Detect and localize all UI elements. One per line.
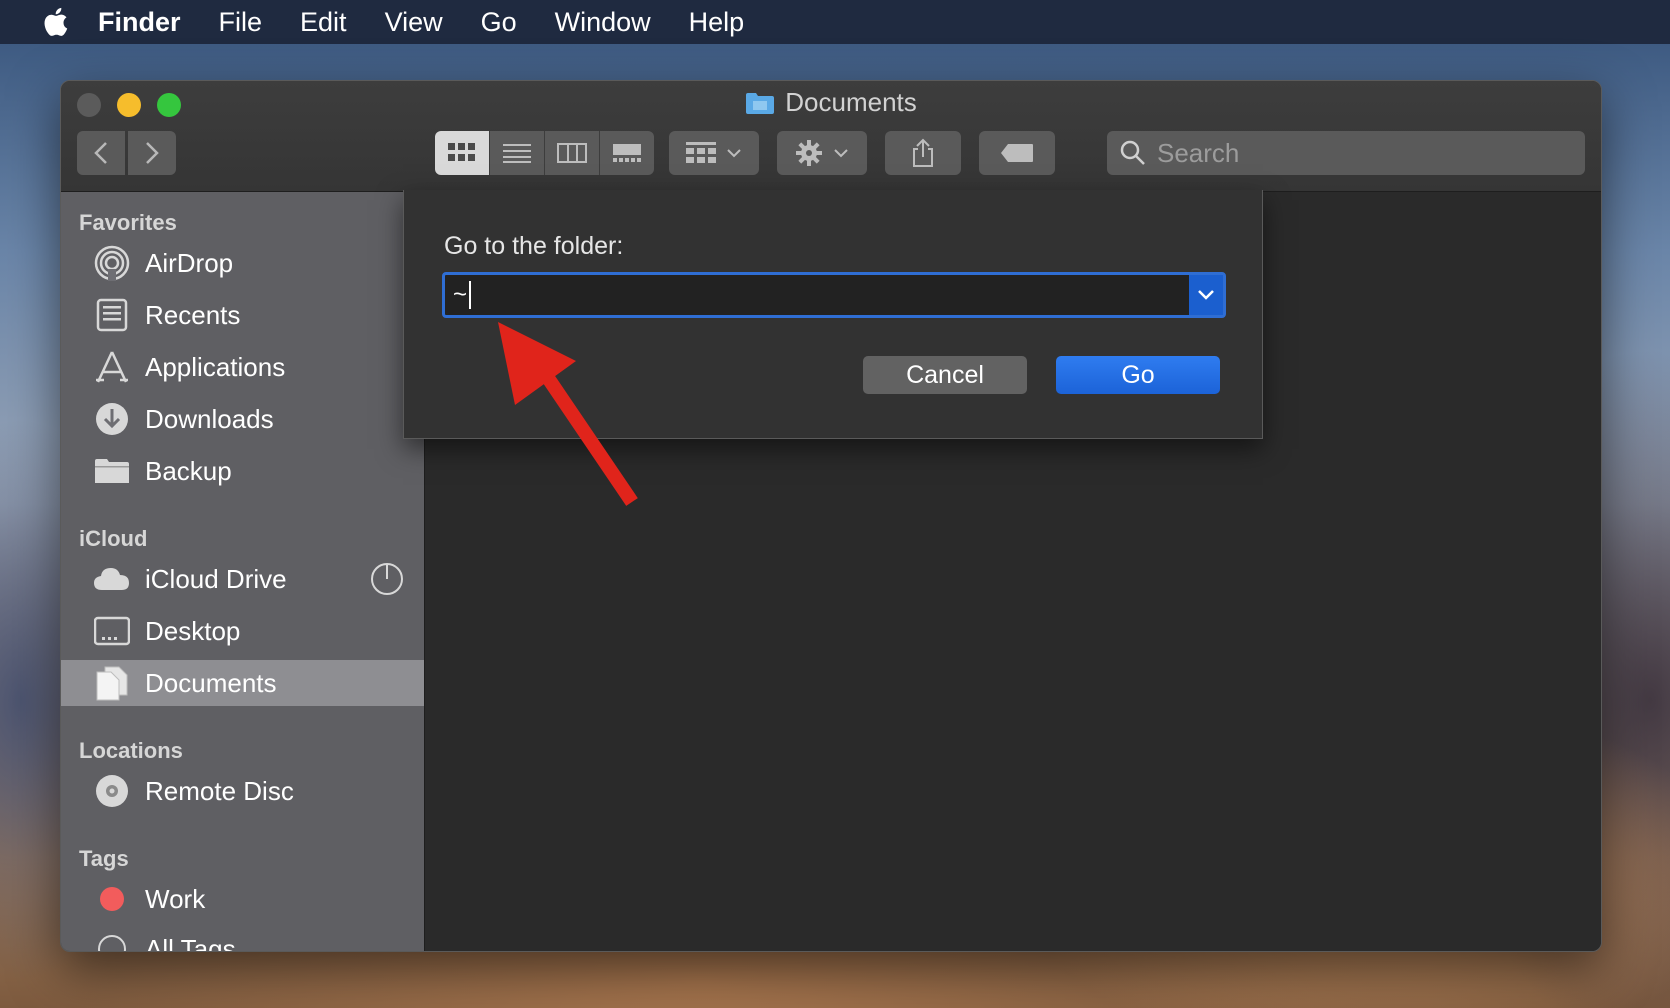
search-field[interactable]: Search — [1107, 131, 1585, 175]
gallery-icon — [613, 144, 641, 162]
sidebar-item-icloud-drive[interactable]: iCloud Drive — [61, 556, 424, 602]
sidebar-item-label: Desktop — [145, 615, 241, 646]
list-icon — [503, 144, 531, 163]
menu-window[interactable]: Window — [555, 7, 651, 38]
applications-icon — [93, 348, 131, 386]
toolbar: Documents Search — [61, 81, 1601, 192]
sidebar-heading-tags: Tags — [79, 846, 129, 871]
desktop-icon — [93, 612, 131, 650]
chevron-left-icon — [94, 142, 107, 164]
group-by-button[interactable] — [669, 131, 759, 175]
folder-icon — [746, 92, 775, 114]
chevron-down-icon — [834, 149, 848, 158]
menu-help[interactable]: Help — [689, 7, 745, 38]
sidebar-item-label: iCloud Drive — [145, 563, 287, 594]
go-button[interactable]: Go — [1056, 356, 1220, 394]
sidebar-item-label: Backup — [145, 455, 232, 486]
airdrop-icon — [93, 244, 131, 282]
sidebar-item-label: Documents — [145, 667, 277, 698]
gallery-view-button[interactable] — [600, 131, 654, 175]
menu-file[interactable]: File — [219, 7, 263, 38]
sidebar-item-label: All Tags… — [145, 933, 262, 952]
menu-bar: Finder File Edit View Go Window Help — [0, 0, 1670, 44]
chevron-down-icon — [727, 149, 741, 158]
sidebar-item-downloads[interactable]: Downloads — [61, 396, 424, 442]
recent-folders-dropdown[interactable] — [1189, 275, 1223, 315]
sidebar-heading-locations: Locations — [79, 738, 183, 763]
view-mode-control — [435, 131, 654, 175]
window-title-label: Documents — [785, 87, 917, 117]
sidebar-heading-favorites: Favorites — [79, 210, 177, 235]
sidebar-item-label: Applications — [145, 351, 286, 382]
menu-finder[interactable]: Finder — [98, 7, 181, 38]
sidebar: Favorites AirDrop Recents Applications D… — [61, 192, 425, 952]
grid-icon — [448, 143, 475, 161]
share-button[interactable] — [885, 131, 961, 175]
menu-view[interactable]: View — [385, 7, 443, 38]
folder-path-value: ~ — [453, 281, 472, 309]
action-button[interactable] — [777, 131, 867, 175]
gear-icon — [796, 140, 822, 166]
list-view-button[interactable] — [490, 131, 545, 175]
search-placeholder: Search — [1157, 137, 1240, 168]
disc-icon — [93, 772, 131, 810]
recents-icon — [93, 296, 131, 334]
sidebar-item-all-tags[interactable]: All Tags… — [61, 926, 424, 952]
downloads-icon — [93, 400, 131, 438]
menu-go[interactable]: Go — [481, 7, 517, 38]
documents-icon — [93, 664, 131, 702]
cloud-icon — [93, 560, 131, 598]
sidebar-item-label: AirDrop — [145, 247, 234, 278]
share-icon — [913, 138, 933, 167]
group-icon — [686, 142, 716, 163]
sidebar-item-documents[interactable]: Documents — [61, 660, 424, 706]
sidebar-item-airdrop[interactable]: AirDrop — [61, 240, 424, 286]
menu-edit[interactable]: Edit — [300, 7, 347, 38]
forward-button[interactable] — [128, 131, 176, 175]
chevron-right-icon — [146, 142, 159, 164]
apple-logo-icon[interactable] — [40, 6, 70, 38]
sidebar-item-label: Recents — [145, 299, 241, 330]
go-to-folder-label: Go to the folder: — [444, 232, 624, 260]
folder-icon — [93, 452, 131, 490]
column-view-button[interactable] — [545, 131, 600, 175]
sidebar-item-backup[interactable]: Backup — [61, 448, 424, 494]
sidebar-item-label: Work — [145, 883, 206, 914]
chevron-down-icon — [1198, 290, 1214, 300]
sidebar-item-label: Remote Disc — [145, 775, 294, 806]
search-icon — [1120, 140, 1145, 165]
columns-icon — [557, 143, 587, 163]
red-tag-dot-icon — [93, 880, 131, 918]
sidebar-item-desktop[interactable]: Desktop — [61, 608, 424, 654]
back-button[interactable] — [77, 131, 125, 175]
sidebar-item-recents[interactable]: Recents — [61, 292, 424, 338]
tag-icon — [1001, 144, 1033, 162]
sync-progress-icon — [370, 562, 404, 603]
sidebar-item-tag-work[interactable]: Work — [61, 876, 424, 922]
sidebar-item-remote-disc[interactable]: Remote Disc — [61, 768, 424, 814]
go-to-folder-sheet: Go to the folder: ~ Cancel Go — [403, 190, 1263, 439]
sidebar-item-label: Downloads — [145, 403, 274, 434]
icon-view-button[interactable] — [435, 131, 490, 175]
tags-button[interactable] — [979, 131, 1055, 175]
cancel-button[interactable]: Cancel — [863, 356, 1027, 394]
window-title: Documents — [61, 87, 1601, 118]
sidebar-item-applications[interactable]: Applications — [61, 344, 424, 390]
sidebar-heading-icloud: iCloud — [79, 526, 148, 551]
all-tags-icon — [93, 930, 131, 951]
folder-path-input[interactable]: ~ — [442, 272, 1226, 318]
